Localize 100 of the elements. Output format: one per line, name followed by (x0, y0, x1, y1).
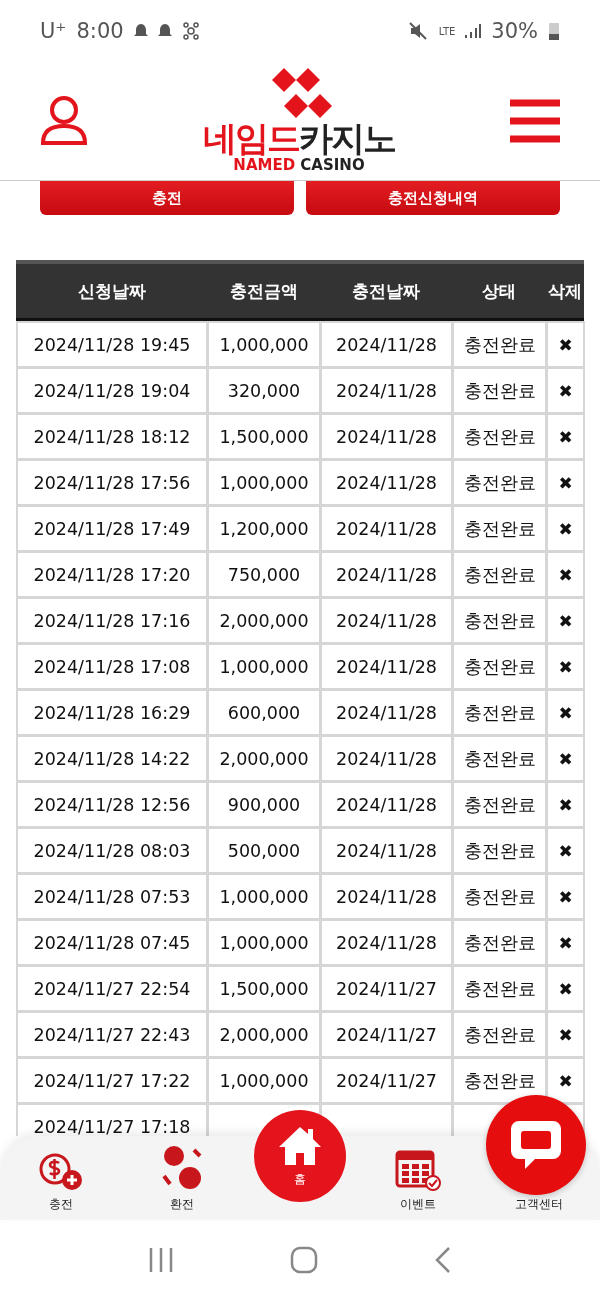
table-cell: 충전완료 (452, 735, 547, 782)
table-cell: 2024/11/28 17:20 (16, 551, 208, 598)
table-cell: 충전완료 (452, 413, 547, 460)
table-cell: 2024/11/27 22:43 (16, 1011, 208, 1058)
clock-time: 8:00 (76, 19, 124, 43)
table-cell: 2024/11/28 (320, 505, 453, 552)
table-cell: 2024/11/28 (320, 551, 453, 598)
table-cell: 충전완료 (452, 1011, 547, 1058)
table-cell: 2024/11/28 17:16 (16, 597, 208, 644)
table-cell: 2,000,000 (207, 597, 321, 644)
table-cell: 2024/11/28 17:08 (16, 643, 208, 690)
table-cell: 1,200,000 (207, 505, 321, 552)
nav-item[interactable]: 고객센터 (489, 1195, 590, 1214)
table-cell: 2024/11/28 (320, 781, 453, 828)
column-header: 충전금액 (207, 260, 320, 321)
nav-item[interactable]: 충전 (10, 1151, 111, 1214)
home-square-icon[interactable] (290, 1246, 318, 1274)
table-cell: 1,000,000 (207, 321, 321, 368)
home-button[interactable]: 홈 (254, 1110, 346, 1202)
column-header: 상태 (452, 260, 546, 321)
battery-percent: 30% (491, 19, 538, 43)
network-nodes-icon (181, 22, 200, 40)
logo-english: NAMED CASINO (233, 156, 365, 174)
table-cell: 2024/11/28 (320, 827, 453, 874)
table-cell: 2024/11/28 17:49 (16, 505, 208, 552)
delete-button[interactable]: ✖ (558, 610, 573, 631)
table-cell: 2024/11/28 (320, 459, 453, 506)
delete-button[interactable]: ✖ (558, 656, 573, 677)
delete-button[interactable]: ✖ (558, 334, 573, 355)
nav-item[interactable]: 이벤트 (367, 1147, 468, 1214)
table-cell: 2024/11/27 17:22 (16, 1057, 208, 1104)
delete-button[interactable]: ✖ (558, 1070, 573, 1091)
table-cell: 1,000,000 (207, 873, 321, 920)
table-cell: 2024/11/28 (320, 873, 453, 920)
table-cell: 충전완료 (452, 551, 547, 598)
table-cell: 2024/11/28 18:12 (16, 413, 208, 460)
table-cell: 충전완료 (452, 873, 547, 920)
table-cell: 2024/11/28 (320, 321, 453, 368)
delete-button[interactable]: ✖ (558, 978, 573, 999)
back-icon[interactable] (434, 1246, 452, 1274)
table-cell: 2024/11/28 14:22 (16, 735, 208, 782)
table-cell: 900,000 (207, 781, 321, 828)
table-cell: 2024/11/27 (320, 965, 453, 1012)
table-cell: 충전완료 (452, 965, 547, 1012)
battery-icon (548, 21, 560, 41)
table-cell: 1,000,000 (207, 643, 321, 690)
action-button[interactable]: 충전신청내역 (306, 181, 560, 215)
carrier-label: U⁺ (40, 19, 67, 43)
delete-button[interactable]: ✖ (558, 380, 573, 401)
delete-button[interactable]: ✖ (558, 748, 573, 769)
table-cell: 충전완료 (452, 597, 547, 644)
delete-button[interactable]: ✖ (558, 564, 573, 585)
table-cell: 2024/11/28 19:04 (16, 367, 208, 414)
column-header: 삭제 (546, 260, 584, 321)
table-cell: 2024/11/28 17:56 (16, 459, 208, 506)
user-icon[interactable] (40, 95, 88, 147)
menu-icon[interactable] (510, 99, 560, 143)
table-cell: 2024/11/28 12:56 (16, 781, 208, 828)
signal-icon (465, 23, 482, 39)
table-cell: 2024/11/27 (320, 1011, 453, 1058)
delete-button[interactable]: ✖ (558, 426, 573, 447)
delete-button[interactable]: ✖ (558, 1024, 573, 1045)
table-cell: 1,500,000 (207, 965, 321, 1012)
calendar-check-icon (394, 1148, 441, 1192)
action-button[interactable]: 충전 (40, 181, 294, 215)
table-cell: 2024/11/28 (320, 597, 453, 644)
table-cell: 2024/11/28 (320, 735, 453, 782)
delete-button[interactable]: ✖ (558, 794, 573, 815)
table-cell: 2024/11/28 (320, 367, 453, 414)
table-cell: 2024/11/28 07:45 (16, 919, 208, 966)
table-cell: 2,000,000 (207, 1011, 321, 1058)
nav-item[interactable]: 환전 (132, 1143, 233, 1214)
table-cell: 1,000,000 (207, 1057, 321, 1104)
table-cell: 충전완료 (452, 781, 547, 828)
delete-button[interactable]: ✖ (558, 518, 573, 539)
delete-button[interactable]: ✖ (558, 886, 573, 907)
table-cell: 2024/11/28 08:03 (16, 827, 208, 874)
table-cell: 충전완료 (452, 459, 547, 506)
table-cell: 2024/11/28 (320, 413, 453, 460)
table-cell: 2024/11/28 (320, 689, 453, 736)
table-cell: 2,000,000 (207, 735, 321, 782)
table-cell: 충전완료 (452, 367, 547, 414)
delete-button[interactable]: ✖ (558, 932, 573, 953)
table-cell: 충전완료 (452, 321, 547, 368)
table-cell: 2024/11/27 (320, 1057, 453, 1104)
table-cell: 2024/11/28 19:45 (16, 321, 208, 368)
delete-button[interactable]: ✖ (558, 702, 573, 723)
network-type-label: LTE (438, 25, 456, 37)
column-header: 신청날짜 (16, 260, 207, 321)
table-cell: 충전완료 (452, 505, 547, 552)
delete-button[interactable]: ✖ (558, 472, 573, 493)
table-cell: 2024/11/27 22:54 (16, 965, 208, 1012)
logo-korean: 네임드카지노 (203, 120, 395, 156)
table-cell: 충전완료 (452, 827, 547, 874)
table-cell: 600,000 (207, 689, 321, 736)
delete-button[interactable]: ✖ (558, 840, 573, 861)
table-cell: 320,000 (207, 367, 321, 414)
recent-apps-icon[interactable] (148, 1247, 174, 1273)
table-cell: 750,000 (207, 551, 321, 598)
table-cell: 2024/11/28 (320, 919, 453, 966)
